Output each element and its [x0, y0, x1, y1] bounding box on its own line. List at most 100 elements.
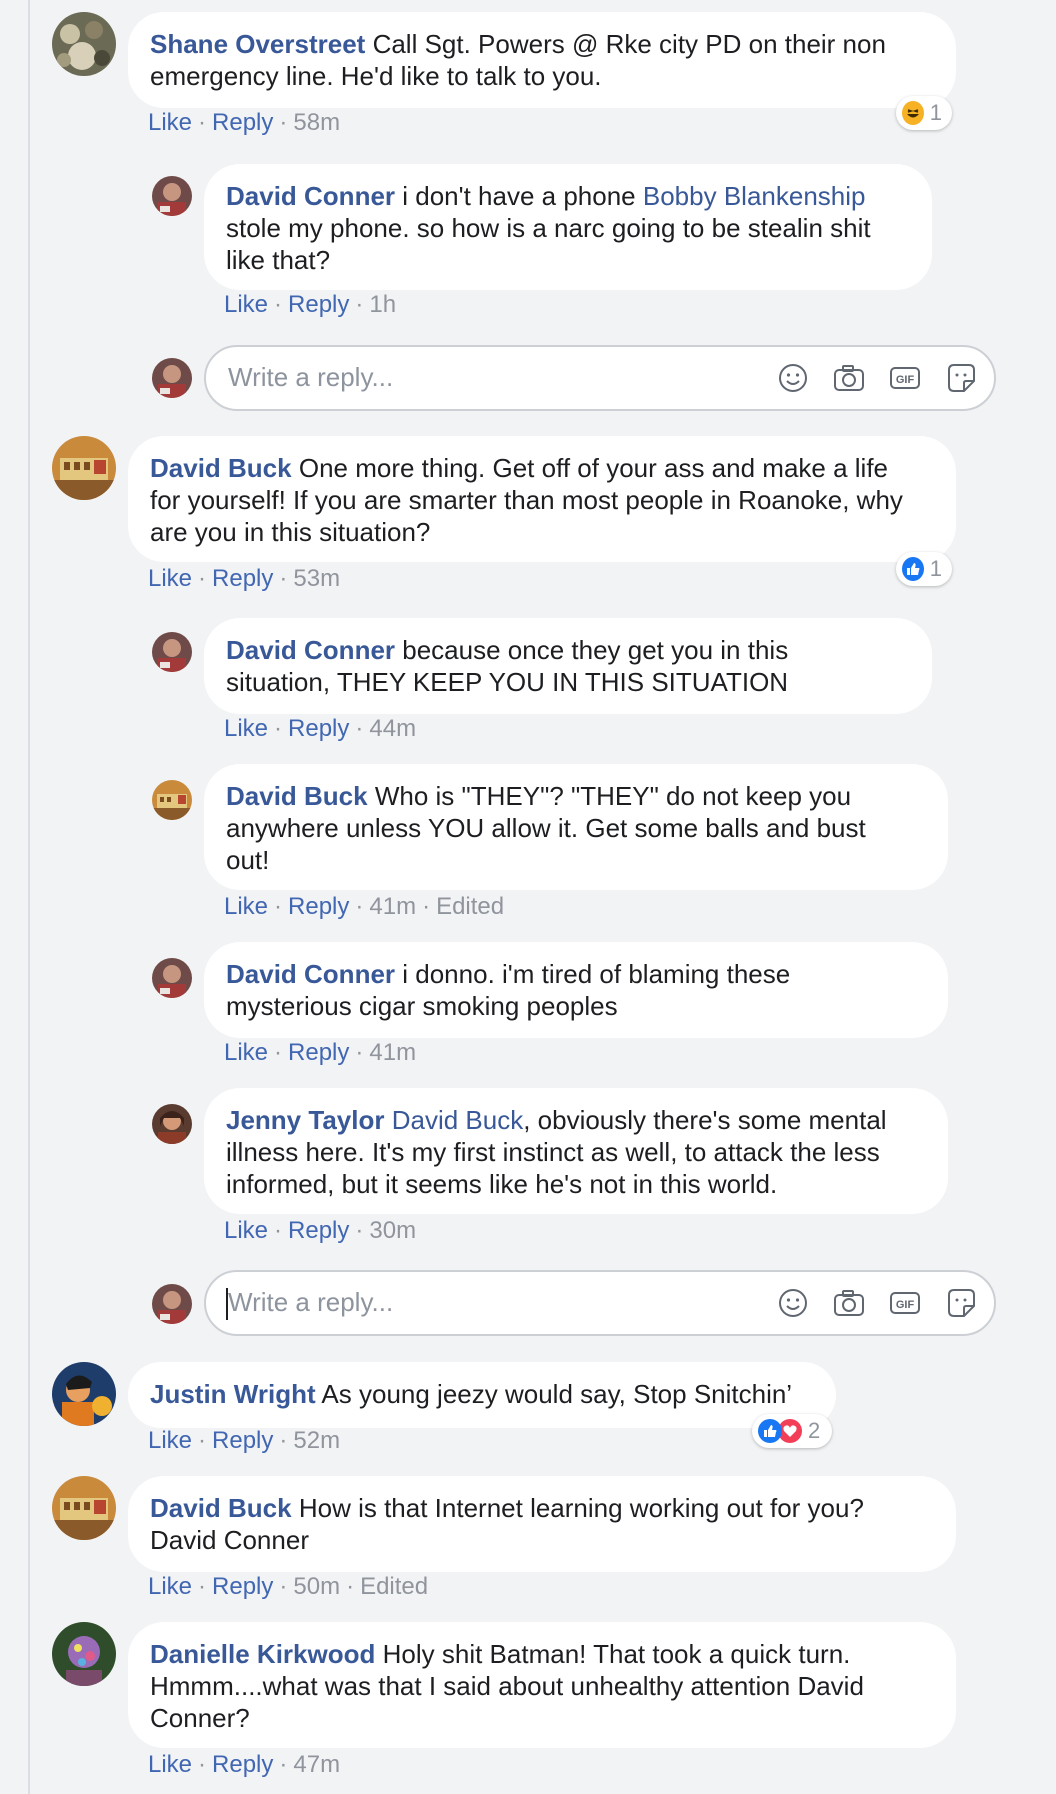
- reply-link[interactable]: Reply: [288, 893, 349, 920]
- avatar[interactable]: [152, 176, 192, 216]
- mention-link[interactable]: David Buck: [392, 1105, 524, 1135]
- comment-author[interactable]: Jenny Taylor: [226, 1105, 384, 1135]
- like-link[interactable]: Like: [224, 1039, 268, 1066]
- avatar[interactable]: [152, 780, 192, 820]
- emoji-icon[interactable]: [776, 1286, 810, 1320]
- comment-text: mysterious cigar smoking peoples: [226, 991, 618, 1021]
- avatar[interactable]: [152, 632, 192, 672]
- reaction-count-text: 2: [808, 1418, 821, 1443]
- avatar[interactable]: [52, 1622, 116, 1686]
- avatar[interactable]: [152, 1104, 192, 1144]
- reply-link[interactable]: Reply: [212, 1573, 273, 1600]
- comment-author[interactable]: David Buck: [226, 781, 368, 811]
- haha-icon: [902, 101, 924, 125]
- gif-icon[interactable]: GIF: [888, 361, 922, 395]
- timestamp[interactable]: 44m: [369, 715, 416, 742]
- avatar: [152, 1284, 192, 1324]
- reply-link[interactable]: Reply: [288, 715, 349, 742]
- timestamp[interactable]: 52m: [293, 1427, 340, 1454]
- comment-bubble: David Conner i don't have a phone Bobby …: [204, 164, 932, 290]
- sticker-icon[interactable]: [944, 361, 978, 395]
- like-link[interactable]: Like: [224, 893, 268, 920]
- reply-link[interactable]: Reply: [212, 1427, 273, 1454]
- edited-label[interactable]: Edited: [436, 893, 504, 920]
- sticker-icon[interactable]: [944, 1286, 978, 1320]
- reply-placeholder: Write a reply...: [228, 362, 394, 392]
- reaction-count[interactable]: 1: [896, 96, 952, 130]
- comment-author[interactable]: David Conner: [226, 959, 395, 989]
- comment-bubble: Shane Overstreet Call Sgt. Powers @ Rke …: [128, 12, 956, 108]
- reaction-count[interactable]: 2: [752, 1414, 832, 1448]
- timestamp[interactable]: 30m: [369, 1217, 416, 1244]
- avatar[interactable]: [52, 1476, 116, 1540]
- camera-icon[interactable]: [832, 361, 866, 395]
- comment-meta: Like · Reply · 41m: [224, 1039, 417, 1066]
- timestamp[interactable]: 50m: [293, 1573, 340, 1600]
- reaction-count[interactable]: 1: [896, 552, 952, 586]
- like-link[interactable]: Like: [224, 1217, 268, 1244]
- comment-meta: Like · Reply · 1h: [224, 291, 397, 318]
- comment-text: i don't have a phone: [402, 181, 643, 211]
- comment-text: As young jeezy would say, Stop Snitchin’: [321, 1379, 793, 1409]
- comment-text: emergency line. He'd like to talk to you…: [150, 61, 602, 91]
- avatar[interactable]: [52, 12, 116, 76]
- comment-bubble: Danielle Kirkwood Holy shit Batman! That…: [128, 1622, 956, 1748]
- comment-author[interactable]: Justin Wright: [150, 1379, 316, 1409]
- comment-author[interactable]: David Buck: [150, 453, 292, 483]
- reply-input[interactable]: Write a reply... GIF: [204, 1270, 996, 1336]
- comment-author[interactable]: David Conner: [226, 635, 395, 665]
- comment-author[interactable]: Shane Overstreet: [150, 29, 365, 59]
- comment-bubble: Justin Wright As young jeezy would say, …: [128, 1362, 836, 1428]
- camera-icon[interactable]: [832, 1286, 866, 1320]
- gif-icon[interactable]: GIF: [888, 1286, 922, 1320]
- reply-link[interactable]: Reply: [212, 1751, 273, 1778]
- reply-input[interactable]: Write a reply... GIF: [204, 345, 996, 411]
- reply-link[interactable]: Reply: [288, 1217, 349, 1244]
- comment-meta: Like · Reply · 47m: [148, 1751, 341, 1778]
- comment-text: illness here. It's my first instinct as …: [226, 1137, 880, 1167]
- comment-text: David Conner: [150, 1525, 309, 1555]
- comment-author[interactable]: David Conner: [226, 181, 395, 211]
- comment-meta: Like · Reply · 52m: [148, 1427, 341, 1454]
- edited-label[interactable]: Edited: [360, 1573, 428, 1600]
- comment-bubble: Jenny Taylor David Buck, obviously there…: [204, 1088, 948, 1214]
- mention-link[interactable]: Bobby Blankenship: [643, 181, 866, 211]
- like-link[interactable]: Like: [148, 565, 192, 592]
- comment-text: Hmmm....what was that I said about unhea…: [150, 1671, 864, 1701]
- comment-text: One more thing. Get off of your ass and …: [298, 453, 889, 483]
- comment-author[interactable]: David Buck: [150, 1493, 292, 1523]
- svg-text:GIF: GIF: [896, 374, 915, 386]
- avatar[interactable]: [152, 958, 192, 998]
- avatar[interactable]: [52, 1362, 116, 1426]
- like-icon: [758, 1419, 782, 1443]
- like-link[interactable]: Like: [148, 1573, 192, 1600]
- timestamp[interactable]: 41m: [369, 893, 416, 920]
- reply-link[interactable]: Reply: [212, 109, 273, 136]
- svg-text:GIF: GIF: [896, 1299, 915, 1311]
- timestamp[interactable]: 47m: [293, 1751, 340, 1778]
- comment-meta: Like · Reply · 58m: [148, 109, 341, 136]
- text-cursor: [226, 1288, 228, 1320]
- reply-link[interactable]: Reply: [212, 565, 273, 592]
- comment-text: stole my phone. so how is a narc going t…: [226, 213, 871, 243]
- reply-link[interactable]: Reply: [288, 1039, 349, 1066]
- timestamp[interactable]: 58m: [293, 109, 340, 136]
- comment-text: informed, but it seems like he's not in …: [226, 1169, 778, 1199]
- avatar[interactable]: [52, 436, 116, 500]
- like-link[interactable]: Like: [224, 291, 268, 318]
- emoji-icon[interactable]: [776, 361, 810, 395]
- comment-meta: Like · Reply · 44m: [224, 715, 417, 742]
- reply-link[interactable]: Reply: [288, 291, 349, 318]
- like-link[interactable]: Like: [148, 109, 192, 136]
- comment-text: Call Sgt. Powers @ Rke city PD on their …: [372, 29, 886, 59]
- like-link[interactable]: Like: [148, 1751, 192, 1778]
- like-link[interactable]: Like: [148, 1427, 192, 1454]
- comment-bubble: David Conner i donno. i'm tired of blami…: [204, 942, 948, 1038]
- like-link[interactable]: Like: [224, 715, 268, 742]
- comment-author[interactable]: Danielle Kirkwood: [150, 1639, 375, 1669]
- reaction-count-text: 1: [929, 556, 942, 581]
- timestamp[interactable]: 41m: [369, 1039, 416, 1066]
- timestamp[interactable]: 1h: [369, 291, 396, 318]
- timestamp[interactable]: 53m: [293, 565, 340, 592]
- avatar: [152, 358, 192, 398]
